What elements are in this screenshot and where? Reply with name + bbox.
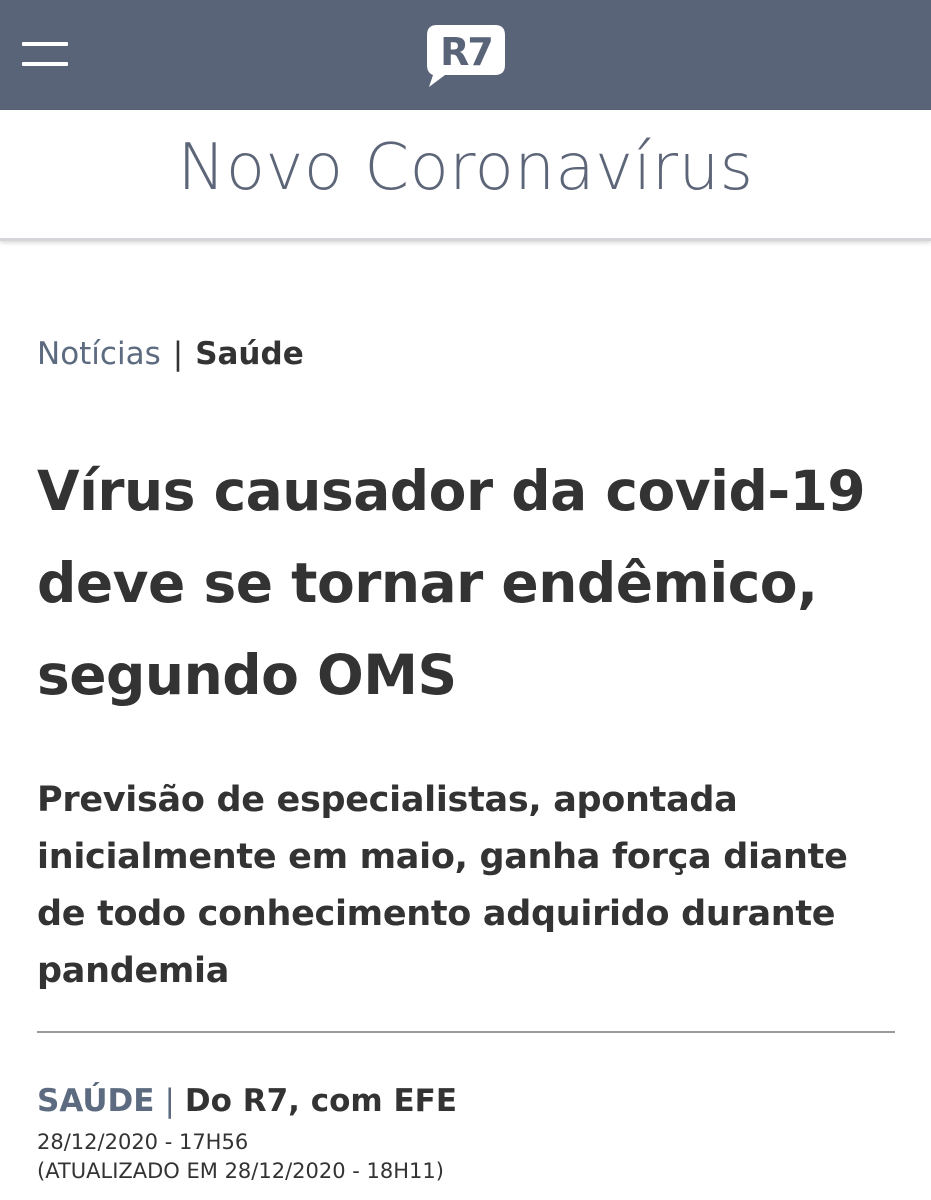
- breadcrumb-noticias-link[interactable]: Notícias: [37, 336, 161, 372]
- byline-source: Do R7, com EFE: [184, 1083, 458, 1119]
- updated-date: (ATUALIZADO EM 28/12/2020 - 18H11): [37, 1159, 444, 1183]
- section-title[interactable]: Novo Coronavírus: [0, 126, 931, 210]
- menu-line: [22, 42, 68, 46]
- article-subheadline: Previsão de especialistas, apontada inic…: [37, 780, 848, 991]
- hamburger-menu-icon[interactable]: [22, 42, 70, 72]
- article-headline: Vírus causador da covid-19 deve se torna…: [37, 459, 866, 707]
- byline-section-link[interactable]: SAÚDE: [37, 1083, 154, 1119]
- divider: [37, 1031, 895, 1033]
- breadcrumb-separator: |: [172, 336, 184, 372]
- breadcrumb-current-saude[interactable]: Saúde: [195, 336, 304, 372]
- article-byline: SAÚDE | Do R7, com EFE: [37, 1080, 457, 1122]
- r7-logo[interactable]: R7: [425, 23, 507, 89]
- breadcrumb: Notícias | Saúde: [37, 334, 304, 374]
- logo-text: R7: [440, 30, 492, 74]
- byline-separator: |: [164, 1083, 175, 1119]
- published-date: 28/12/2020 - 17H56: [37, 1130, 249, 1154]
- top-navigation-bar: R7: [0, 0, 931, 110]
- menu-line: [22, 62, 68, 66]
